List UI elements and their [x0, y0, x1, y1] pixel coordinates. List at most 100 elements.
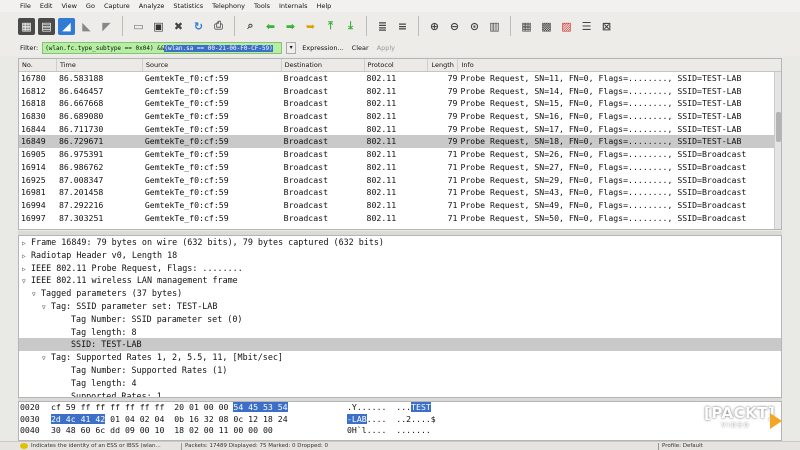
display-filters-icon[interactable]: ▩ — [538, 18, 555, 35]
go-forward-icon[interactable]: ➡ — [282, 18, 299, 35]
packet-cell-no: 16830 — [21, 111, 46, 122]
column-header-destination[interactable]: Destination — [282, 59, 365, 71]
packet-cell-src: GemtekTe_f0:cf:59 — [144, 187, 229, 198]
packet-cell-src: GemtekTe_f0:cf:59 — [144, 85, 229, 96]
menu-item-edit[interactable]: Edit — [40, 2, 53, 10]
packet-row[interactable]: 16812 86.646457 GemtekTe_f0:cf:59 Broadcast… — [19, 85, 781, 98]
packet-row[interactable]: 16994 87.292216 GemtekTe_f0:cf:59 Broadcast… — [19, 199, 781, 212]
tree-node[interactable]: Tag Number: Supported Rates (1) — [19, 364, 781, 377]
menu-item-view[interactable]: View — [61, 2, 76, 10]
packet-row[interactable]: 16780 86.583188 GemtekTe_f0:cf:59 Broadcast… — [19, 72, 781, 85]
interfaces-icon[interactable]: ▦ — [18, 17, 35, 35]
menu-item-go[interactable]: Go — [86, 2, 95, 10]
hex-row[interactable]: 0020 cf 59 ff ff ff ff ff ff 20 01 00 00… — [19, 402, 781, 414]
capture-filters-icon[interactable]: ▦ — [518, 18, 535, 35]
tree-node[interactable]: ▽ IEEE 802.11 wireless LAN management fra… — [19, 274, 781, 287]
print-icon[interactable]: ⎙ — [210, 18, 227, 35]
restart-capture-icon[interactable]: ◤ — [98, 18, 115, 35]
tree-node[interactable]: ▷ Radiotap Header v0, Length 18 — [19, 249, 781, 262]
expression-button[interactable]: Expression... — [300, 44, 345, 52]
tree-node[interactable]: Tag length: 8 — [19, 326, 781, 339]
packet-row[interactable]: 16818 86.667668 GemtekTe_f0:cf:59 Broadcast… — [19, 97, 781, 110]
packet-row[interactable]: 16844 86.711730 GemtekTe_f0:cf:59 Broadcast… — [19, 123, 781, 136]
zoom-in-icon[interactable]: ⊕ — [426, 18, 443, 35]
menu-item-statistics[interactable]: Statistics — [173, 2, 203, 10]
packet-cell-time: 86.646457 — [58, 85, 104, 96]
tree-node[interactable]: ▽ Tag: SSID parameter set: TEST-LAB — [19, 300, 781, 313]
hex-ascii-plain: .... ..2....$ — [366, 413, 436, 424]
start-capture-icon[interactable]: ◢ — [58, 17, 75, 35]
scrollbar-thumb[interactable] — [776, 112, 781, 142]
autoscroll-icon[interactable]: ≡ — [394, 18, 411, 35]
tree-node[interactable]: ▷ IEEE 802.11 Probe Request, Flags: .....… — [19, 262, 781, 275]
tree-node[interactable]: Supported Rates: 1 — [19, 390, 781, 397]
menu-bar: File Edit View Go Capture Analyze Statistics Te… — [0, 0, 800, 12]
stop-capture-icon[interactable]: ◣ — [78, 18, 95, 35]
tree-node[interactable]: ▷ Frame 16849: 79 bytes on wire (632 bits… — [19, 236, 781, 249]
menu-item-file[interactable]: File — [20, 2, 31, 10]
coloring-rules-icon[interactable]: ▨ — [558, 18, 575, 35]
open-file-icon[interactable]: ▭ — [130, 18, 147, 35]
menu-item-capture[interactable]: Capture — [104, 2, 130, 10]
packet-cell-dst: Broadcast — [283, 85, 329, 96]
packet-cell-dst: Broadcast — [283, 73, 329, 83]
status-profile[interactable]: Profile: Default — [662, 443, 703, 449]
packet-cell-info: Probe Request, SN=17, FN=0, Flags=......… — [460, 123, 742, 134]
packet-row[interactable]: 16997 87.303251 GemtekTe_f0:cf:59 Broadcast… — [19, 212, 781, 225]
go-to-packet-icon[interactable]: ➥ — [302, 18, 319, 35]
toolbar-separator — [122, 16, 123, 36]
column-header-length[interactable]: Length — [428, 59, 459, 71]
column-header-info[interactable]: Info — [458, 59, 781, 71]
column-header-no[interactable]: No. — [19, 59, 57, 71]
hex-ascii-highlight: -LAB — [347, 413, 367, 424]
close-file-icon[interactable]: ✖ — [170, 18, 187, 35]
tree-node[interactable]: SSID: TEST-LAB — [19, 338, 781, 352]
filter-input[interactable]: (wlan.fc.type_subtype == 0x04) && (wlan.… — [42, 42, 283, 54]
help-icon[interactable]: ⊠ — [598, 18, 615, 35]
capture-options-icon[interactable]: ▤ — [38, 17, 55, 35]
find-packet-icon[interactable]: ⌕ — [242, 18, 259, 35]
tree-node[interactable]: ▽ Tagged parameters (37 bytes) — [19, 287, 781, 300]
tree-node[interactable]: Tag Number: SSID parameter set (0) — [19, 313, 781, 326]
column-header-source[interactable]: Source — [143, 59, 282, 71]
tree-node[interactable]: Tag length: 4 — [19, 377, 781, 390]
packet-row[interactable]: 16925 87.008347 GemtekTe_f0:cf:59 Broadcast… — [19, 174, 781, 187]
save-file-icon[interactable]: ▣ — [150, 18, 167, 35]
tree-node[interactable]: ▽ Tag: Supported Rates 1, 2, 5.5, 11, [Mb… — [19, 351, 781, 364]
menu-item-analyze[interactable]: Analyze — [139, 2, 165, 10]
packet-cell-len: 71 — [447, 174, 458, 185]
tree-node-label: Tag Number: Supported Rates (1) — [71, 364, 228, 375]
packet-row[interactable]: 16981 87.201458 GemtekTe_f0:cf:59 Broadcast… — [19, 186, 781, 199]
menu-item-telephony[interactable]: Telephony — [212, 2, 245, 10]
menu-item-internals[interactable]: Internals — [279, 2, 307, 10]
packet-cell-no: 16818 — [21, 98, 46, 109]
hex-row[interactable]: 0030 2d 4c 41 42 01 04 02 04 0b 16 32 08… — [19, 413, 781, 426]
reload-icon[interactable]: ↻ — [190, 18, 207, 35]
column-header-protocol[interactable]: Protocol — [365, 59, 429, 71]
apply-button[interactable]: Apply — [375, 44, 397, 52]
expert-info-icon[interactable] — [20, 443, 28, 449]
packet-cell-src: GemtekTe_f0:cf:59 — [144, 174, 229, 185]
packet-list-scrollbar[interactable] — [774, 72, 781, 229]
zoom-out-icon[interactable]: ⊖ — [446, 18, 463, 35]
packet-row[interactable]: 16914 86.986762 GemtekTe_f0:cf:59 Broadcast… — [19, 161, 781, 174]
go-last-packet-icon[interactable]: ⤓ — [342, 18, 359, 35]
preferences-icon[interactable]: ☰ — [578, 18, 595, 35]
hex-row[interactable]: 0040 30 48 60 6c dd 09 00 10 18 02 00 11… — [19, 425, 781, 437]
packet-row[interactable]: 16830 86.689080 GemtekTe_f0:cf:59 Broadcast… — [19, 110, 781, 123]
resize-columns-icon[interactable]: ▥ — [486, 18, 503, 35]
menu-item-help[interactable]: Help — [316, 2, 331, 10]
go-back-icon[interactable]: ⬅ — [262, 18, 279, 35]
menu-item-tools[interactable]: Tools — [254, 2, 270, 10]
clear-button[interactable]: Clear — [350, 44, 371, 52]
tree-node-label: Radiotap Header v0, Length 18 — [31, 249, 178, 260]
packet-row[interactable]: 16849 86.729671 GemtekTe_f0:cf:59 Broadcast… — [19, 135, 781, 149]
column-header-time[interactable]: Time — [57, 59, 143, 71]
go-first-packet-icon[interactable]: ⤒ — [322, 18, 339, 35]
filter-dropdown-icon[interactable]: ▾ — [286, 42, 297, 54]
colorize-icon[interactable]: ≣ — [374, 18, 391, 35]
packet-row[interactable]: 16905 86.975391 GemtekTe_f0:cf:59 Broadcast… — [19, 148, 781, 161]
zoom-normal-icon[interactable]: ⊙ — [466, 18, 483, 35]
packet-cell-no: 16849 — [21, 136, 46, 147]
packet-cell-src: GemtekTe_f0:cf:59 — [144, 136, 229, 147]
